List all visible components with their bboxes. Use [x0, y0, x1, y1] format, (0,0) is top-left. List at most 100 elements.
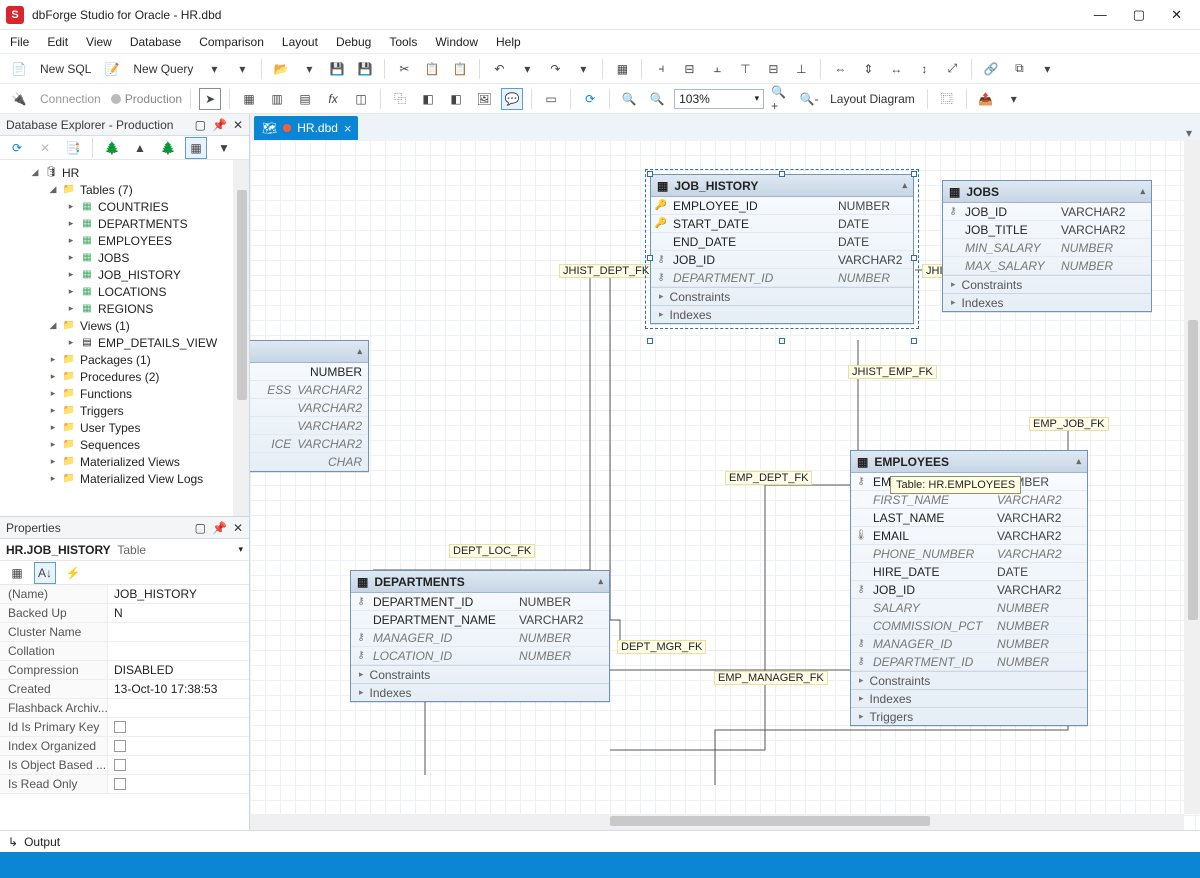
new-sql-button[interactable]: New SQL	[36, 62, 95, 76]
zoom-select-icon[interactable]: 🔍	[646, 88, 668, 110]
new-query-icon[interactable]: 📝	[101, 58, 123, 80]
diagram-canvas[interactable]: JHIST_DEPT_FK JHIST_JOB_FK JHIST_EMP_FK …	[250, 140, 1200, 830]
new-window-icon[interactable]: ⧉	[1008, 58, 1030, 80]
save-icon[interactable]: 💾	[326, 58, 348, 80]
prop-value[interactable]	[108, 642, 249, 660]
export-icon[interactable]: 📤	[975, 88, 997, 110]
canvas-horizontal-scrollbar[interactable]	[250, 814, 1184, 830]
stamp-tool-icon[interactable]: ◧	[417, 88, 439, 110]
menu-file[interactable]: File	[10, 35, 29, 49]
tree-tables[interactable]: Tables (7)	[80, 183, 133, 197]
tree-table[interactable]: JOB_HISTORY	[98, 268, 181, 282]
canvas-vertical-scrollbar[interactable]	[1184, 140, 1200, 814]
menu-view[interactable]: View	[86, 35, 112, 49]
align-top-icon[interactable]: ⊤	[734, 58, 756, 80]
tree-folder[interactable]: Materialized Views	[80, 455, 180, 469]
entity-jobs[interactable]: ▦JOBS▴⚷JOB_IDVARCHAR2JOB_TITLEVARCHAR2MI…	[942, 180, 1152, 312]
prop-value[interactable]	[108, 718, 249, 736]
menu-window[interactable]: Window	[435, 35, 478, 49]
new-connection-icon[interactable]: 📑	[62, 137, 84, 159]
prop-value[interactable]	[108, 737, 249, 755]
align-bottom-icon[interactable]: ⊥	[790, 58, 812, 80]
close-button[interactable]: ✕	[1165, 5, 1188, 25]
prop-value[interactable]: 13-Oct-10 17:38:53	[108, 680, 249, 698]
explorer-tree[interactable]: ◢🛢HR ◢📁Tables (7) ▸▦COUNTRIES ▸▦DEPARTME…	[0, 160, 249, 516]
new-sql-icon[interactable]: 📄	[8, 58, 30, 80]
align-middle-icon[interactable]: ⊟	[762, 58, 784, 80]
tree-table[interactable]: EMPLOYEES	[98, 234, 172, 248]
tree2-icon[interactable]: 🌲	[157, 137, 179, 159]
tree-folder[interactable]: Functions	[80, 387, 132, 401]
menu-help[interactable]: Help	[496, 35, 521, 49]
entity-job-history[interactable]: ▦JOB_HISTORY▴🔑EMPLOYEE_IDNUMBER🔑START_DA…	[650, 174, 914, 324]
events-icon[interactable]: ⚡	[62, 562, 84, 584]
toolbar-dropdown-2[interactable]: ▾	[231, 58, 253, 80]
entity-section[interactable]: Triggers	[851, 707, 1087, 725]
tree-folder[interactable]: Sequences	[80, 438, 140, 452]
save-all-icon[interactable]: 💾	[354, 58, 376, 80]
entity-section[interactable]: Constraints	[351, 665, 609, 683]
size-h-icon[interactable]: ↔	[885, 58, 907, 80]
zoom-fit-icon[interactable]: 🔍	[618, 88, 640, 110]
entity-truncated[interactable]: ▴NUMBERESSVARCHAR2VARCHAR2VARCHAR2ICEVAR…	[250, 340, 369, 472]
tree-folder[interactable]: Materialized View Logs	[80, 472, 203, 486]
menu-tools[interactable]: Tools	[389, 35, 417, 49]
menu-database[interactable]: Database	[130, 35, 181, 49]
output-panel-tab[interactable]: ↳ Output	[0, 830, 1200, 852]
document-tab[interactable]: 🗺 HR.dbd ×	[254, 116, 358, 140]
distribute-h-icon[interactable]: ⇔	[829, 58, 851, 80]
size-v-icon[interactable]: ↕	[913, 58, 935, 80]
prop-value[interactable]	[108, 775, 249, 793]
entity-section[interactable]: Indexes	[851, 689, 1087, 707]
prop-value[interactable]: N	[108, 604, 249, 622]
size-both-icon[interactable]: ⤢	[941, 58, 963, 80]
entity-section[interactable]: Constraints	[943, 275, 1151, 293]
details-icon[interactable]: ▦	[185, 137, 207, 159]
tree-table[interactable]: JOBS	[98, 251, 129, 265]
entity-section[interactable]: Constraints	[851, 671, 1087, 689]
tree-views[interactable]: Views (1)	[80, 319, 130, 333]
entity-departments[interactable]: ▦DEPARTMENTS▴⚷DEPARTMENT_IDNUMBERDEPARTM…	[350, 570, 610, 702]
remove-icon[interactable]: ✕	[34, 137, 56, 159]
tree-table[interactable]: COUNTRIES	[98, 200, 169, 214]
close-panel-icon[interactable]: ✕	[233, 521, 243, 535]
align-icon[interactable]: ▦	[611, 58, 633, 80]
new-query-button[interactable]: New Query	[129, 62, 197, 76]
copy-icon[interactable]: 📋	[421, 58, 443, 80]
container-tool-icon[interactable]: ▭	[540, 88, 562, 110]
comment-tool-icon[interactable]: 💬	[501, 88, 523, 110]
prop-value[interactable]	[108, 623, 249, 641]
toolbar-dropdown-1[interactable]: ▾	[203, 58, 225, 80]
prop-value[interactable]	[108, 699, 249, 717]
tree-table[interactable]: DEPARTMENTS	[98, 217, 188, 231]
pointer-tool-icon[interactable]: ➤	[199, 88, 221, 110]
link-icon[interactable]: 🔗	[980, 58, 1002, 80]
tree-folder[interactable]: User Types	[80, 421, 140, 435]
explorer-scrollbar[interactable]	[233, 160, 249, 516]
tab-overflow-icon[interactable]: ▾	[1186, 126, 1192, 140]
menu-edit[interactable]: Edit	[47, 35, 68, 49]
tree-folder[interactable]: Triggers	[80, 404, 124, 418]
table-tool-icon[interactable]: ▦	[238, 88, 260, 110]
pin-icon[interactable]: ▢	[195, 118, 206, 132]
entity-section[interactable]: Indexes	[651, 305, 913, 323]
tree-table[interactable]: LOCATIONS	[98, 285, 166, 299]
pin2-icon[interactable]: 📌	[212, 118, 227, 132]
tree-icon[interactable]: 🌲	[101, 137, 123, 159]
minimize-button[interactable]: ―	[1088, 5, 1113, 25]
note-tool-icon[interactable]: ◧	[445, 88, 467, 110]
entity-employees[interactable]: ▦EMPLOYEES▴⚷EMPLOYEE_IDNUMBERFIRST_NAMEV…	[850, 450, 1088, 726]
connection-name[interactable]: Production	[125, 92, 182, 106]
fx-tool-icon[interactable]: fx	[322, 88, 344, 110]
tab-close-icon[interactable]: ×	[344, 121, 352, 136]
paste-icon[interactable]: 📋	[449, 58, 471, 80]
properties-grid[interactable]: (Name)JOB_HISTORYBacked UpNCluster NameC…	[0, 585, 249, 808]
package-tool-icon[interactable]: ◫	[350, 88, 372, 110]
connect-icon[interactable]: 🔌	[8, 88, 30, 110]
close-panel-icon[interactable]: ✕	[233, 118, 243, 132]
layout-diagram-button[interactable]: Layout Diagram	[826, 92, 919, 106]
tree-view[interactable]: EMP_DETAILS_VIEW	[98, 336, 217, 350]
cut-icon[interactable]: ✂	[393, 58, 415, 80]
tree-folder[interactable]: Procedures (2)	[80, 370, 159, 384]
filter-icon[interactable]: ▼	[213, 137, 235, 159]
